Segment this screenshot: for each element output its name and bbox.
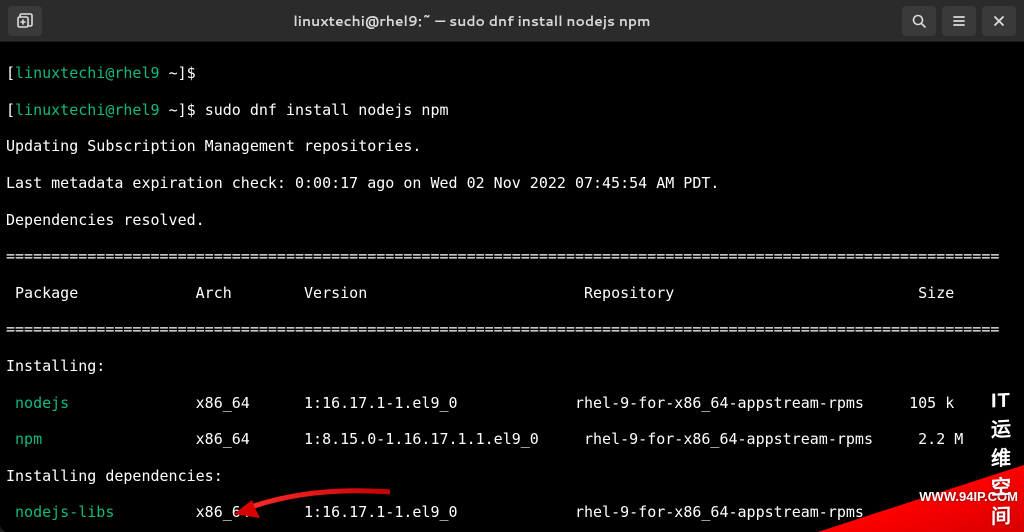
- table-row: nodejs x86_64 1:16.17.1-1.el9_0 rhel-9-f…: [6, 394, 1018, 412]
- table-row: npm x86_64 1:8.15.0-1.16.17.1.1.el9_0 rh…: [6, 430, 1018, 448]
- plus-tab-icon: [16, 12, 34, 30]
- table-header: Package Arch Version Repository Size: [6, 284, 1018, 302]
- search-button[interactable]: [902, 6, 936, 36]
- window-title: linuxtechi@rhel9:~ — sudo dnf install no…: [42, 11, 902, 31]
- separator: ========================================…: [6, 247, 1018, 265]
- section-installing: Installing:: [6, 357, 1018, 375]
- close-button[interactable]: [982, 6, 1016, 36]
- output-line: Updating Subscription Management reposit…: [6, 137, 1018, 155]
- section-installing-deps: Installing dependencies:: [6, 467, 1018, 485]
- prompt-line-command: [linuxtechi@rhel9 ~]$ sudo dnf install n…: [6, 101, 1018, 119]
- search-icon: [911, 13, 927, 29]
- close-icon: [992, 14, 1006, 28]
- new-tab-button[interactable]: [8, 6, 42, 36]
- output-line: Dependencies resolved.: [6, 211, 1018, 229]
- separator: ========================================…: [6, 320, 1018, 338]
- titlebar: linuxtechi@rhel9:~ — sudo dnf install no…: [0, 0, 1024, 42]
- output-line: Last metadata expiration check: 0:00:17 …: [6, 174, 1018, 192]
- table-row: nodejs-libs x86_64 1:16.17.1-1.el9_0 rhe…: [6, 503, 1018, 521]
- menu-button[interactable]: [942, 6, 976, 36]
- terminal-body[interactable]: [linuxtechi@rhel9 ~]$ [linuxtechi@rhel9 …: [0, 42, 1024, 532]
- terminal-window: linuxtechi@rhel9:~ — sudo dnf install no…: [0, 0, 1024, 532]
- prompt-line-empty: [linuxtechi@rhel9 ~]$: [6, 64, 1018, 82]
- hamburger-icon: [951, 13, 967, 29]
